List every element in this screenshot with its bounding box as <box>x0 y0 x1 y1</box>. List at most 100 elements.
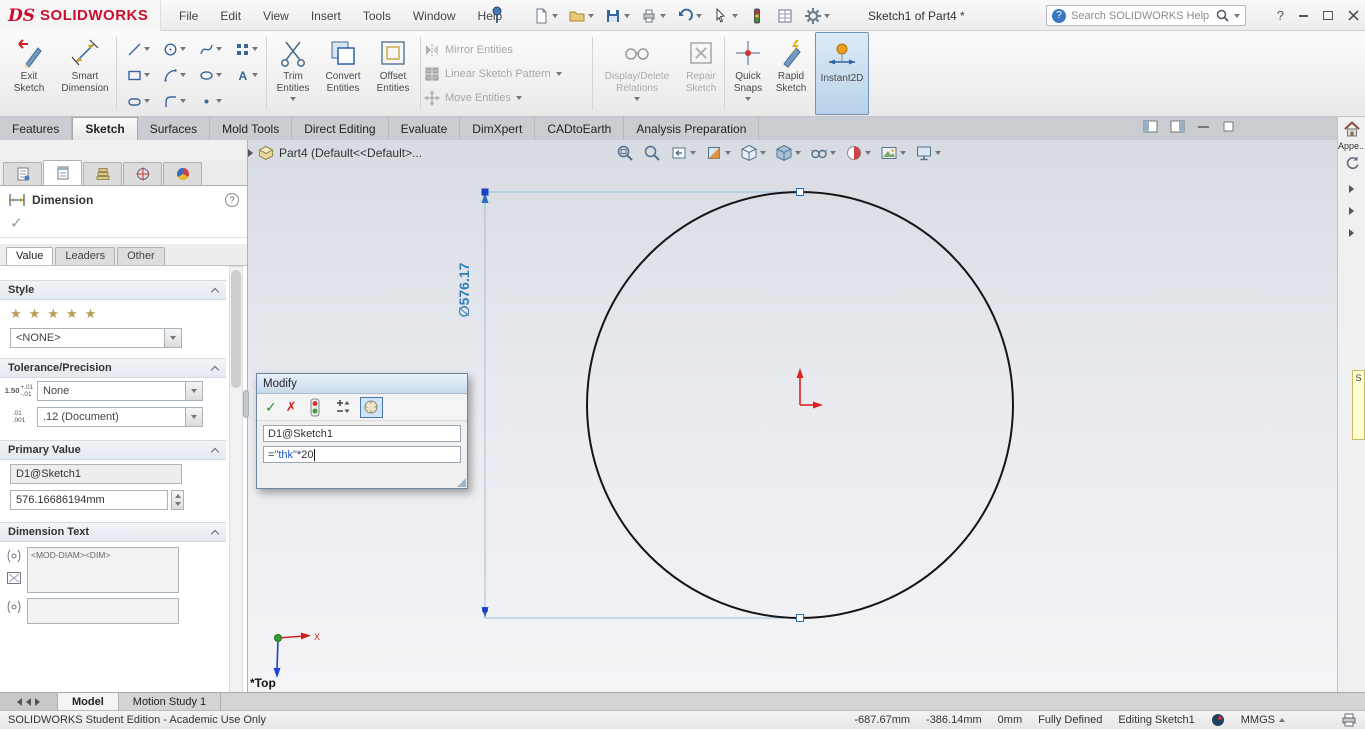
search-icon[interactable] <box>1216 9 1229 22</box>
pin-menu-icon[interactable] <box>490 6 504 24</box>
view-settings-button[interactable] <box>915 144 941 162</box>
undo-button[interactable] <box>674 5 704 27</box>
offset-entities-button[interactable]: Offset Entities <box>370 33 416 113</box>
tab-mold-tools[interactable]: Mold Tools <box>210 117 293 140</box>
appearances-flyout-edge[interactable]: S <box>1352 370 1365 440</box>
style-section-header[interactable]: Style <box>0 280 226 300</box>
line-tool-button[interactable] <box>120 36 156 62</box>
cancel-button[interactable]: ✗ <box>286 399 297 415</box>
dimension-value-label[interactable]: ∅576.17 <box>456 262 472 317</box>
home-tab[interactable] <box>1338 121 1365 137</box>
view-orientation-button[interactable] <box>740 144 766 162</box>
menu-edit[interactable]: Edit <box>209 0 252 31</box>
display-style-button[interactable] <box>775 144 801 162</box>
restore-button[interactable] <box>1323 11 1333 20</box>
collapse-pane-icon[interactable] <box>1197 120 1210 133</box>
hide-show-items-button[interactable] <box>810 144 836 162</box>
ellipse-tool-button[interactable] <box>192 62 228 88</box>
previous-view-button[interactable] <box>670 144 696 162</box>
tab-dimxpert[interactable]: DimXpert <box>460 117 536 140</box>
unit-system-selector[interactable]: MMGS <box>1241 714 1285 726</box>
search-scope-dropdown-icon[interactable] <box>1234 13 1240 18</box>
apply-default-style-icon[interactable]: ★ <box>10 306 22 322</box>
expand-tree-icon[interactable] <box>248 149 253 157</box>
select-button[interactable] <box>710 5 740 27</box>
delete-style-icon[interactable]: ★ <box>47 306 59 322</box>
menu-window[interactable]: Window <box>402 0 467 31</box>
panel-ok-button[interactable]: ✓ <box>0 214 247 238</box>
dock-pane-left-icon[interactable] <box>1143 120 1158 133</box>
text-tool-button[interactable]: A <box>228 62 264 88</box>
breadcrumb-text[interactable]: Part4 (Default<<Default>... <box>279 146 422 160</box>
modify-dialog-titlebar[interactable]: Modify <box>257 374 467 394</box>
fillet-tool-button[interactable] <box>156 88 192 114</box>
tab-features[interactable]: Features <box>0 117 73 140</box>
dimension-name-input[interactable]: D1@Sketch1 <box>263 425 461 442</box>
tolerance-select[interactable]: None <box>37 381 203 401</box>
load-style-icon[interactable]: ★ <box>85 306 97 322</box>
expand-pane-arrow[interactable] <box>1338 229 1365 237</box>
tab-cadtoearth[interactable]: CADtoEarth <box>535 117 625 140</box>
float-pane-icon[interactable] <box>1222 120 1235 133</box>
panel-splitter-handle[interactable] <box>243 390 249 418</box>
minimize-button[interactable] <box>1299 14 1308 17</box>
text-position-icon[interactable] <box>6 549 22 563</box>
slot-tool-button[interactable] <box>120 88 156 114</box>
edit-appearance-button[interactable] <box>845 144 871 162</box>
tab-analysis-preparation[interactable]: Analysis Preparation <box>624 117 760 140</box>
add-style-icon[interactable]: ★ <box>29 306 41 322</box>
thumbwheel-toggle-button[interactable] <box>359 396 383 418</box>
save-style-icon[interactable]: ★ <box>66 306 78 322</box>
tab-other[interactable]: Other <box>117 247 165 265</box>
spin-increment-icon[interactable] <box>333 398 351 416</box>
sketch-pattern-button[interactable] <box>228 36 264 62</box>
spline-tool-button[interactable] <box>192 36 228 62</box>
rebuild-button[interactable] <box>746 5 768 27</box>
appearances-tab[interactable]: Appe... <box>1338 141 1365 151</box>
point-tool-button[interactable] <box>192 88 228 114</box>
tab-surfaces[interactable]: Surfaces <box>138 117 211 140</box>
arc-tool-button[interactable] <box>156 62 192 88</box>
save-button[interactable] <box>602 5 632 27</box>
menu-tools[interactable]: Tools <box>352 0 402 31</box>
circle-tool-button[interactable] <box>156 36 192 62</box>
zoom-to-area-button[interactable] <box>643 144 661 162</box>
dimension-endpoint-handle[interactable] <box>482 607 488 613</box>
configuration-manager-tab[interactable] <box>83 162 122 185</box>
dimension-text-area-secondary[interactable] <box>27 598 179 624</box>
instant2d-button[interactable]: Instant2D <box>815 32 869 115</box>
tab-scroll-controls[interactable] <box>0 693 58 710</box>
circle-top-quadrant-handle[interactable] <box>796 188 804 196</box>
print-status-icon[interactable] <box>1341 713 1357 727</box>
new-document-button[interactable] <box>530 5 560 27</box>
print-button[interactable] <box>638 5 668 27</box>
dimension-equation-input[interactable]: = "thk" *20 <box>263 446 461 463</box>
section-view-button[interactable] <box>705 144 731 162</box>
smart-dimension-button[interactable]: Smart Dimension <box>56 33 114 113</box>
apply-scene-button[interactable] <box>880 144 906 162</box>
tab-value[interactable]: Value <box>6 247 54 265</box>
property-manager-tab[interactable] <box>43 160 82 185</box>
options-button[interactable] <box>802 5 832 27</box>
style-select[interactable]: <NONE> <box>10 328 182 348</box>
dock-pane-right-icon[interactable] <box>1170 120 1185 133</box>
performance-monitor-icon[interactable] <box>1211 713 1225 727</box>
dimension-text-area[interactable]: <MOD-DIAM><DIM> <box>27 547 179 593</box>
value-spinner[interactable] <box>171 490 184 510</box>
expand-pane-arrow[interactable] <box>1338 207 1365 215</box>
refresh-tab[interactable] <box>1338 155 1365 171</box>
convert-entities-button[interactable]: Convert Entities <box>318 33 368 113</box>
dialog-resize-grip[interactable] <box>457 478 466 487</box>
tab-direct-editing[interactable]: Direct Editing <box>292 117 389 140</box>
dimension-handle-filled[interactable] <box>481 188 489 196</box>
menu-view[interactable]: View <box>252 0 300 31</box>
rapid-sketch-button[interactable]: Rapid Sketch <box>769 33 813 113</box>
menu-file[interactable]: File <box>168 0 209 31</box>
flyout-tree-breadcrumb[interactable]: Part4 (Default<<Default>... <box>248 145 422 161</box>
panel-scrollbar[interactable] <box>229 266 243 692</box>
feature-manager-tab[interactable] <box>3 162 42 185</box>
search-input[interactable]: ? Search SOLIDWORKS Help <box>1046 5 1246 26</box>
properties-sheet-button[interactable] <box>774 5 796 27</box>
open-document-button[interactable] <box>566 5 596 27</box>
app-help-button[interactable]: ? <box>1277 8 1284 23</box>
